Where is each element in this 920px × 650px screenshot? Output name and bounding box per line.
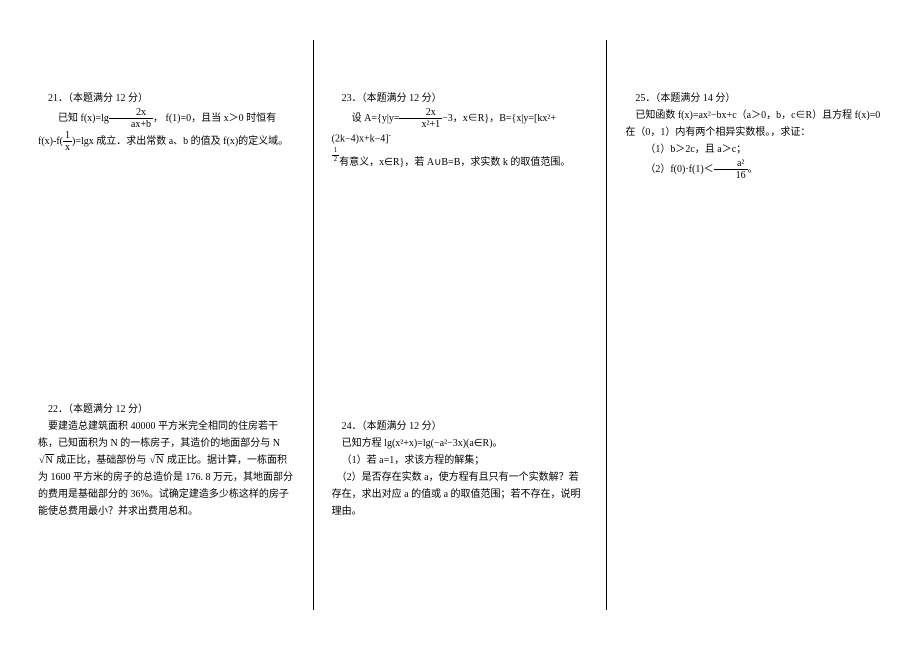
- problem-23-line1: 设 A={y|y=2xx²+1−3，x∈R}，B={x|y=[kx²+(2k−4…: [332, 107, 589, 147]
- spacer: [625, 181, 882, 610]
- problem-25-frac: a²16: [714, 158, 748, 181]
- problem-21-mid1: ， f(1)=0，且当 x＞0 时恒有: [153, 113, 276, 124]
- frac-den: x: [63, 142, 72, 153]
- problem-25-l1: 已知函数 f(x)=ax²−bx+c（a＞0，b，c∈R）且方程 f(x)=0 …: [625, 107, 882, 141]
- problem-25-l2: （1）b＞2c，且 a＞c；: [625, 141, 882, 158]
- problem-23-header: 23．（本题满分 12 分）: [332, 90, 589, 107]
- problem-23-frac1: 2xx²+1: [399, 107, 442, 130]
- problem-24-l3-text: （2）是否存在实数 a，使方程有且只有一个实数解？若存在，求出对应 a 的值或 …: [332, 472, 581, 517]
- problem-21-text-prefix: 已知 f(x)=lg: [58, 113, 109, 124]
- sqrt-radicand: N: [155, 454, 164, 466]
- problem-24-l2: （1）若 a=1，求该方程的解集；: [332, 452, 589, 469]
- problem-24-l1: 已知方程 lg(x²+x)=lg(−a²−3x)(a∈R)。: [332, 435, 589, 452]
- column-2: 23．（本题满分 12 分） 设 A={y|y=2xx²+1−3，x∈R}，B=…: [314, 40, 608, 610]
- problem-25-l1-text: 已知函数 f(x)=ax²−bx+c（a＞0，b，c∈R）且方程 f(x)=0 …: [625, 110, 880, 138]
- frac-den: ax+b: [109, 119, 153, 130]
- problem-22-body: 要建造总建筑面积 40000 平方米完全相同的住房若干栋，已知面积为 N 的一栋…: [38, 418, 295, 520]
- column-3: 25．（本题满分 14 分） 已知函数 f(x)=ax²−bx+c（a＞0，b，…: [607, 40, 900, 610]
- problem-24-l3: （2）是否存在实数 a，使方程有且只有一个实数解？若存在，求出对应 a 的值或 …: [332, 469, 589, 520]
- spacer: [38, 153, 295, 401]
- problem-23-line2: 12有意义，x∈R}，若 A∪B=B，求实数 k 的取值范围。: [332, 147, 589, 171]
- sqrt-icon: N: [38, 452, 54, 469]
- frac-den: 16: [714, 170, 748, 181]
- problem-22-l1b: 成正比，基础部份与: [54, 455, 149, 466]
- problem-25-header: 25．（本题满分 14 分）: [625, 90, 882, 107]
- problem-24: 24．（本题满分 12 分） 已知方程 lg(x²+x)=lg(−a²−3x)(…: [332, 418, 589, 520]
- problem-23-exp: -: [389, 131, 391, 139]
- column-1: 21．（本题满分 12 分） 已知 f(x)=lg2xax+b， f(1)=0，…: [20, 40, 314, 610]
- exam-page: 21．（本题满分 12 分） 已知 f(x)=lg2xax+b， f(1)=0，…: [0, 0, 920, 650]
- problem-25-l3b: 。: [748, 164, 758, 175]
- problem-21-line1: 已知 f(x)=lg2xax+b， f(1)=0，且当 x＞0 时恒有: [38, 107, 295, 130]
- problem-22: 22．（本题满分 12 分） 要建造总建筑面积 40000 平方米完全相同的住房…: [38, 401, 295, 520]
- spacer: [332, 171, 589, 418]
- sqrt-radicand: N: [45, 454, 54, 466]
- frac-den: x²+1: [399, 119, 442, 130]
- problem-23-l1a: 设 A={y|y=: [352, 113, 400, 124]
- frac-num: 2x: [109, 107, 153, 119]
- problem-22-header: 22．（本题满分 12 分）: [38, 401, 295, 418]
- problem-21-line2: f(x)-f(1x)=lgx 成立．求出常数 a、b 的值及 f(x)的定义域。: [38, 130, 295, 153]
- problem-21-frac2: 1x: [63, 130, 72, 153]
- sqrt-icon: N: [149, 452, 165, 469]
- problem-21-frac1: 2xax+b: [109, 107, 153, 130]
- problem-21-l2b: )=lgx 成立．求出常数 a、b 的值及 f(x)的定义域。: [72, 136, 288, 147]
- problem-21-header: 21．（本题满分 12 分）: [38, 90, 295, 107]
- frac-num: 1: [63, 130, 72, 142]
- frac-num: 2x: [399, 107, 442, 119]
- problem-25-l3: （2）f(0)·f(1)＜a²16。: [625, 158, 882, 181]
- problem-25-l3a: （2）f(0)·f(1)＜: [645, 164, 713, 175]
- problem-24-header: 24．（本题满分 12 分）: [332, 418, 589, 435]
- frac-num: a²: [714, 158, 748, 170]
- problem-22-l1a: 要建造总建筑面积 40000 平方米完全相同的住房若干栋，已知面积为 N 的一栋…: [38, 421, 280, 449]
- problem-23: 23．（本题满分 12 分） 设 A={y|y=2xx²+1−3，x∈R}，B=…: [332, 90, 589, 171]
- problem-25: 25．（本题满分 14 分） 已知函数 f(x)=ax²−bx+c（a＞0，b，…: [625, 90, 882, 181]
- problem-23-l2: 有意义，x∈R}，若 A∪B=B，求实数 k 的取值范围。: [339, 157, 570, 168]
- problem-21-l2a: f(x)-f(: [38, 136, 63, 147]
- problem-21: 21．（本题满分 12 分） 已知 f(x)=lg2xax+b， f(1)=0，…: [38, 90, 295, 153]
